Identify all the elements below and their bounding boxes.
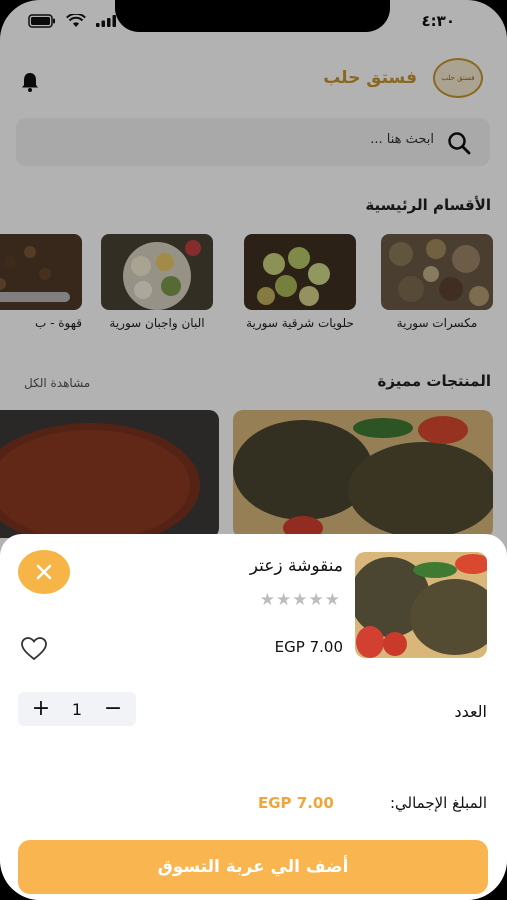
close-icon bbox=[36, 564, 52, 580]
decrement-button[interactable]: − bbox=[98, 694, 128, 724]
total-label: المبلغ الإجمالي: bbox=[389, 794, 487, 812]
favorite-heart-icon[interactable] bbox=[20, 636, 48, 666]
product-image bbox=[355, 552, 487, 658]
product-name: منقوشة زعتر bbox=[249, 556, 343, 576]
total-value: EGP 7.00 bbox=[258, 794, 334, 812]
app-screen: ٤:٣٠ فستق حلب فستق حلب ابحث هنا ... الأق… bbox=[0, 0, 507, 900]
add-to-cart-button[interactable]: أضف الي عربة التسوق bbox=[18, 840, 488, 894]
quantity-stepper: + 1 − bbox=[18, 692, 136, 726]
product-bottom-sheet: منقوشة زعتر ★★★★★ EGP 7.00 العدد + 1 − ا… bbox=[0, 534, 507, 900]
quantity-label: العدد bbox=[454, 702, 487, 721]
product-price: EGP 7.00 bbox=[274, 638, 343, 656]
close-button[interactable] bbox=[18, 550, 70, 594]
quantity-value: 1 bbox=[71, 699, 83, 719]
rating-stars: ★★★★★ bbox=[259, 590, 341, 610]
increment-button[interactable]: + bbox=[26, 694, 56, 724]
